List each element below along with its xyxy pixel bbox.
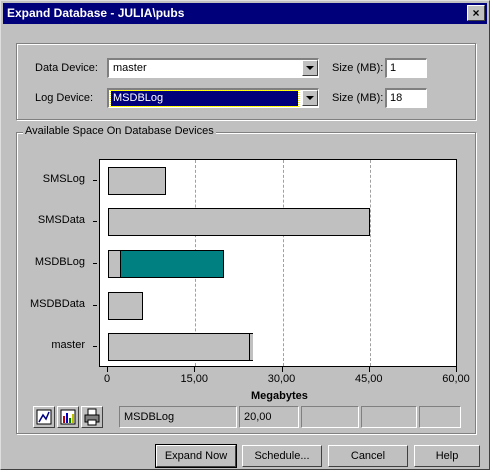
x-tick — [456, 367, 457, 372]
x-tick-label: 0 — [103, 373, 111, 385]
device-settings-group — [16, 43, 476, 120]
x-tick — [194, 367, 196, 372]
bar-smslog[interactable] — [108, 166, 167, 195]
log-device-label: Log Device: — [35, 92, 94, 104]
y-tick — [93, 304, 97, 306]
bar-smsdata[interactable] — [108, 208, 370, 237]
available-space-label: Available Space On Database Devices — [23, 125, 216, 137]
y-tick-label: SMSData — [37, 214, 85, 227]
log-device-select[interactable]: MSDBLog — [107, 88, 319, 108]
expand-database-dialog: Expand Database - JULIA\pubs × Data Devi… — [0, 0, 490, 470]
available-space-chart — [99, 159, 457, 367]
bar-master[interactable] — [108, 333, 254, 362]
x-tick — [368, 367, 370, 372]
y-tick-label: master — [51, 339, 85, 352]
print-icon — [84, 408, 100, 426]
x-tick — [281, 367, 283, 372]
cancel-button[interactable]: Cancel — [328, 445, 408, 467]
window-title: Expand Database - JULIA\pubs — [7, 6, 185, 20]
y-tick — [93, 221, 97, 223]
status-empty-3 — [419, 406, 461, 428]
y-tick-label: SMSLog — [42, 172, 85, 185]
data-device-select[interactable]: master — [107, 58, 319, 78]
status-device: MSDBLog — [119, 406, 237, 428]
x-tick — [107, 367, 108, 372]
x-tick-label: 15,00 — [180, 373, 209, 385]
log-size-label: Size (MB): — [332, 92, 384, 104]
bar-msdblog[interactable] — [108, 250, 225, 278]
y-tick-label: MSDBData — [29, 297, 85, 310]
bar-chart-icon — [60, 409, 76, 425]
data-size-input[interactable]: 1 — [385, 58, 427, 78]
x-tick-label: 60,00 — [442, 373, 470, 385]
bar-used-marker — [248, 334, 253, 361]
schedule-button[interactable]: Schedule... — [242, 445, 322, 467]
x-axis-label: Megabytes — [251, 390, 308, 402]
expand-now-button[interactable]: Expand Now — [155, 444, 237, 468]
log-size-input[interactable]: 18 — [385, 88, 427, 108]
chevron-down-icon[interactable] — [302, 90, 318, 106]
chevron-down-icon[interactable] — [302, 60, 318, 76]
status-empty-2 — [361, 406, 417, 428]
chart-type-button[interactable] — [33, 406, 55, 428]
data-device-label: Data Device: — [35, 62, 98, 74]
bar-fill-msdblog — [120, 251, 224, 277]
bar-used-marker — [119, 251, 121, 277]
print-button[interactable] — [81, 406, 103, 428]
x-tick-label: 45,00 — [354, 373, 383, 385]
y-tick — [93, 179, 97, 181]
x-tick-label: 30,00 — [267, 373, 296, 385]
log-device-value: MSDBLog — [110, 90, 299, 107]
y-tick-label: MSDBLog — [34, 256, 85, 268]
y-tick — [93, 346, 97, 348]
chart-type-icon — [36, 409, 52, 425]
y-tick — [93, 263, 97, 264]
gridline — [369, 160, 371, 366]
data-device-value: master — [113, 62, 147, 74]
status-empty-1 — [301, 406, 359, 428]
bar-chart-button[interactable] — [57, 406, 79, 428]
title-bar: Expand Database - JULIA\pubs × — [3, 3, 487, 24]
status-value: 20,00 — [239, 406, 299, 428]
close-button[interactable]: × — [467, 5, 485, 21]
data-size-label: Size (MB): — [332, 62, 384, 74]
help-button[interactable]: Help — [414, 445, 480, 467]
gridline — [282, 160, 284, 366]
bar-msdbdata[interactable] — [108, 291, 143, 320]
